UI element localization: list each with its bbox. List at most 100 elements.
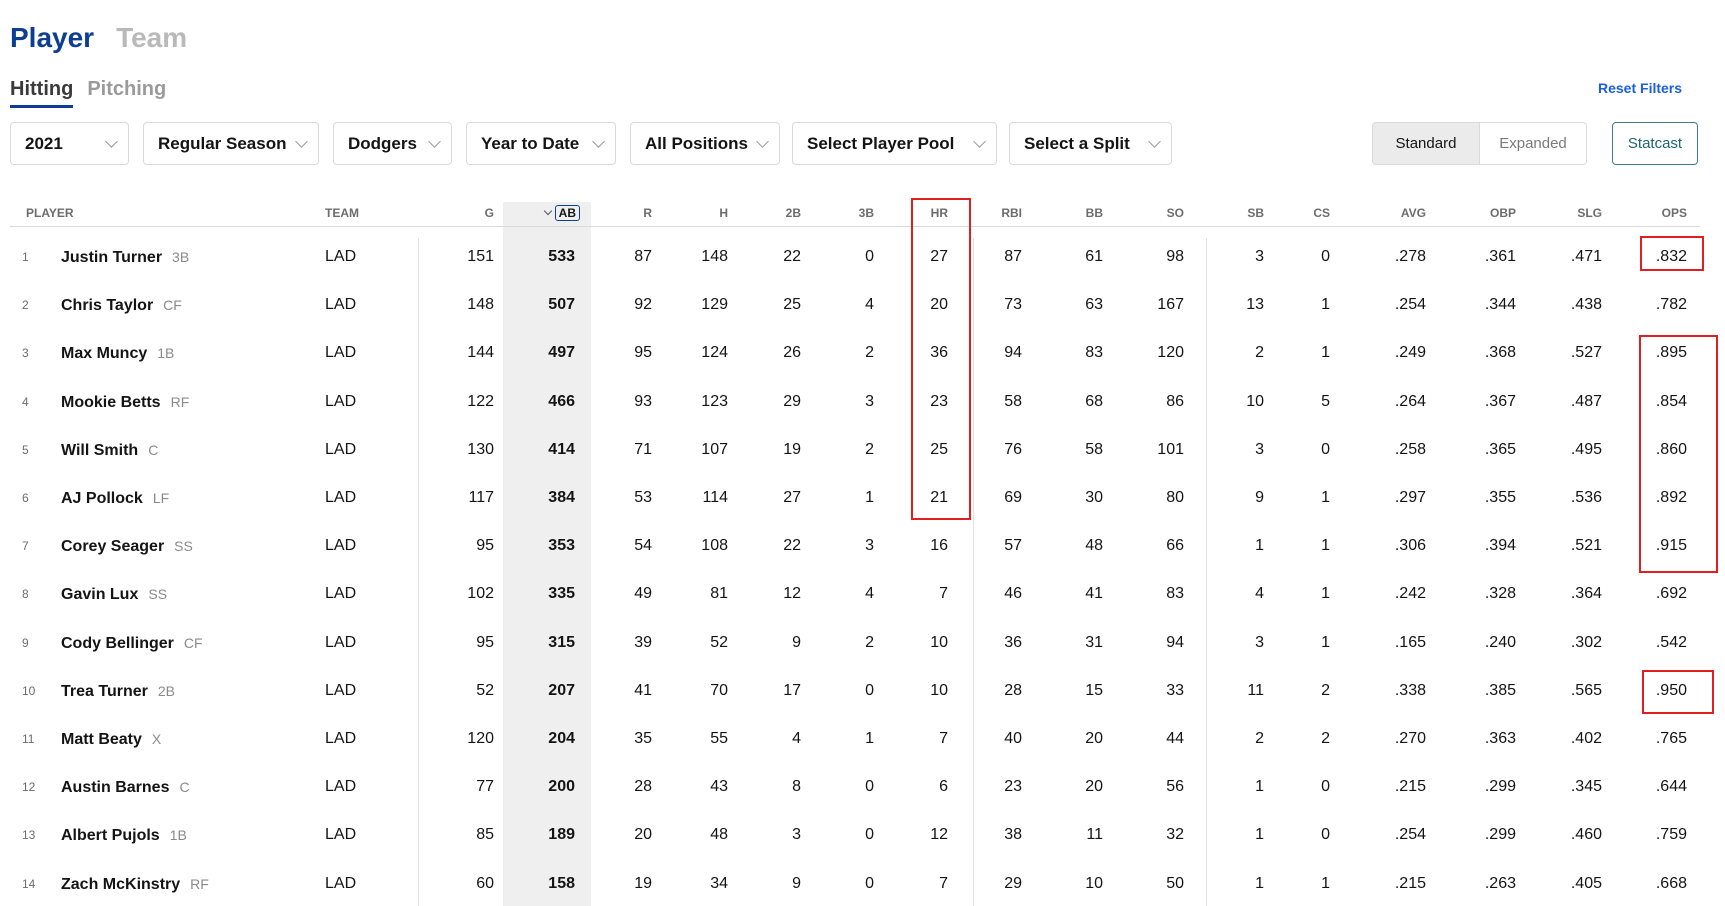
player-name-link[interactable]: Max Muncy	[61, 345, 147, 362]
season-dropdown[interactable]: 2021	[10, 122, 129, 165]
player-name-link[interactable]: AJ Pollock	[61, 490, 143, 507]
so-cell: 94	[1166, 633, 1184, 651]
sb-cell: 13	[1246, 296, 1264, 314]
tab-pitching[interactable]: Pitching	[87, 78, 166, 108]
team-cell[interactable]: LAD	[325, 474, 356, 522]
team-cell[interactable]: LAD	[325, 667, 356, 715]
header-g[interactable]: G	[454, 205, 494, 221]
so-cell: 120	[1157, 344, 1184, 362]
player-name-link[interactable]: Chris Taylor	[61, 297, 153, 314]
team-cell[interactable]: LAD	[325, 281, 356, 329]
slg-cell: .471	[1570, 248, 1602, 265]
bb-cell: 48	[1085, 537, 1103, 555]
player-pool-dropdown-value: Select Player Pool	[807, 133, 955, 153]
cs-cell: 0	[1321, 826, 1330, 844]
team-cell[interactable]: LAD	[325, 426, 356, 474]
header-avg[interactable]: AVG	[1386, 205, 1426, 221]
rank-cell: 11	[22, 732, 35, 746]
chevron-down-icon	[756, 134, 769, 148]
player-name-link[interactable]: Mookie Betts	[61, 394, 161, 411]
rank-cell: 5	[22, 442, 29, 457]
triples-cell: 1	[865, 489, 874, 506]
obp-cell: .263	[1484, 874, 1516, 892]
header-obp[interactable]: OBP	[1476, 205, 1516, 221]
team-cell[interactable]: LAD	[325, 378, 356, 426]
sort-descending-icon	[543, 206, 552, 216]
g-cell: 117	[468, 489, 494, 506]
header-player[interactable]: PLAYER	[26, 205, 74, 221]
header-hr[interactable]: HR	[908, 205, 948, 221]
header-2b[interactable]: 2B	[761, 205, 801, 221]
player-cell: Will Smith C	[61, 426, 158, 474]
header-3b[interactable]: 3B	[834, 205, 874, 221]
team-cell[interactable]: LAD	[325, 619, 356, 667]
team-cell[interactable]: LAD	[325, 763, 356, 811]
team-cell[interactable]: LAD	[325, 233, 356, 281]
avg-cell: .254	[1394, 296, 1426, 314]
player-name-link[interactable]: Albert Pujols	[61, 827, 160, 844]
player-name-link[interactable]: Zach McKinstry	[61, 876, 180, 893]
header-h[interactable]: H	[688, 205, 728, 221]
ops-cell: .854	[1655, 392, 1687, 410]
statcast-button[interactable]: Statcast	[1612, 122, 1698, 165]
player-name-link[interactable]: Corey Seager	[61, 538, 164, 555]
so-cell: 98	[1166, 248, 1184, 265]
tab-player[interactable]: Player	[10, 22, 94, 54]
header-team[interactable]: TEAM	[325, 205, 359, 221]
team-cell[interactable]: LAD	[325, 811, 356, 859]
team-cell[interactable]: LAD	[325, 570, 356, 618]
tab-hitting[interactable]: Hitting	[10, 78, 74, 108]
obp-cell: .328	[1484, 585, 1516, 603]
header-cs[interactable]: CS	[1290, 205, 1330, 221]
r-cell: 28	[634, 778, 652, 796]
expanded-view-button[interactable]: Expanded	[1480, 123, 1586, 164]
team-cell[interactable]: LAD	[325, 715, 356, 763]
game-type-dropdown[interactable]: Regular Season	[143, 122, 319, 165]
header-sb[interactable]: SB	[1224, 205, 1264, 221]
triples-cell: 3	[865, 392, 874, 410]
g-cell: 120	[467, 730, 494, 747]
team-cell[interactable]: LAD	[325, 329, 356, 377]
player-name-link[interactable]: Gavin Lux	[61, 586, 138, 603]
table-row: 5 Will Smith C LAD 130 414 71 107 19 2 25 76 58 101 3 0…	[0, 426, 1725, 474]
team-cell[interactable]: LAD	[325, 860, 356, 906]
header-ab[interactable]: AB	[520, 205, 580, 221]
header-rbi[interactable]: RBI	[982, 205, 1022, 221]
slg-cell: .345	[1570, 778, 1602, 796]
g-cell: 122	[467, 392, 494, 410]
cs-cell: 1	[1321, 633, 1330, 651]
header-r[interactable]: R	[612, 205, 652, 221]
g-cell: 95	[476, 537, 494, 555]
ab-cell: 353	[548, 537, 575, 555]
player-name-link[interactable]: Austin Barnes	[61, 779, 169, 796]
player-name-link[interactable]: Justin Turner	[61, 249, 162, 266]
cs-cell: 1	[1321, 874, 1330, 892]
cs-cell: 5	[1321, 392, 1330, 410]
header-ops[interactable]: OPS	[1647, 205, 1687, 221]
team-cell[interactable]: LAD	[325, 522, 356, 570]
player-name-link[interactable]: Cody Bellinger	[61, 635, 174, 652]
team-dropdown[interactable]: Dodgers	[333, 122, 452, 165]
player-name-link[interactable]: Will Smith	[61, 442, 138, 459]
standard-view-button[interactable]: Standard	[1373, 123, 1480, 164]
tab-team[interactable]: Team	[116, 22, 187, 54]
position-dropdown[interactable]: All Positions	[630, 122, 780, 165]
header-so[interactable]: SO	[1144, 205, 1184, 221]
date-range-dropdown[interactable]: Year to Date	[466, 122, 616, 165]
player-name-link[interactable]: Trea Turner	[61, 683, 148, 700]
player-position: 1B	[157, 345, 175, 362]
player-cell: Matt Beaty X	[61, 715, 161, 763]
obp-cell: .299	[1484, 826, 1516, 844]
player-name-link[interactable]: Matt Beaty	[61, 731, 142, 748]
sb-cell: 11	[1247, 681, 1264, 699]
h-cell: 70	[710, 681, 728, 699]
reset-filters-link[interactable]: Reset Filters	[1598, 80, 1682, 96]
header-slg[interactable]: SLG	[1562, 205, 1602, 221]
header-bb[interactable]: BB	[1063, 205, 1103, 221]
player-pool-dropdown[interactable]: Select Player Pool	[792, 122, 997, 165]
h-cell: 108	[701, 537, 728, 555]
sb-cell: 3	[1255, 633, 1264, 651]
split-dropdown[interactable]: Select a Split	[1009, 122, 1172, 165]
doubles-cell: 26	[783, 344, 801, 362]
table-header-divider	[10, 226, 1700, 227]
